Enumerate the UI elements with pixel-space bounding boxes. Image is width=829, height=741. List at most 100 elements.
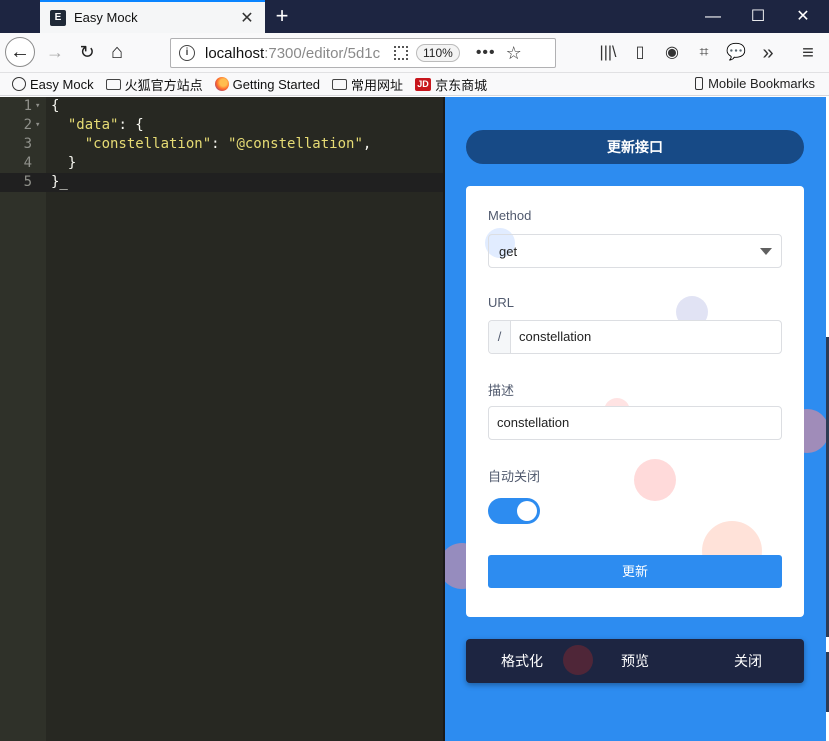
code-text: "constellation": "@constellation", [51,135,372,154]
description-label: 描述 [488,383,515,398]
url-prefix: / [489,321,511,353]
bookmark-star-icon[interactable]: ☆ [506,43,522,64]
firefox-icon [214,77,229,91]
tab-close-icon[interactable]: ✕ [237,8,257,28]
bookmark-common-sites[interactable]: 常用网址 [332,75,403,94]
code-string-token: "data" [67,117,119,133]
url-bar[interactable]: i localhost:7300/editor/5d1c 110% ••• ☆ [170,38,556,68]
zoom-level-badge[interactable]: 110% [416,44,460,62]
update-submit-button[interactable]: 更新 [488,555,782,588]
easy-mock-favicon-icon: E [50,9,66,26]
decorative-bubble [634,459,676,501]
code-editor[interactable]: 1 ▾ { 2 ▾ "data": { 3 "constellation": "… [0,97,443,741]
code-token: : [211,136,229,152]
code-token: , [362,136,372,152]
code-line-active[interactable]: 5 }_ [0,173,443,192]
code-text: { [51,97,59,116]
chat-bubble-icon[interactable]: 💬 [722,39,750,67]
folder-icon [105,78,121,90]
new-tab-button[interactable]: + [270,3,294,29]
auto-close-label: 自动关闭 [488,469,541,484]
line-number: 2 [23,117,32,133]
url-label: URL [488,295,515,310]
url-path: :7300/editor/5d1c [264,44,380,62]
window-maximize-button[interactable]: ☐ [735,0,781,33]
window-close-button[interactable]: ✕ [780,0,826,33]
bookmark-label: 京东商城 [435,77,488,93]
update-api-title: 更新接口 [466,130,804,164]
fold-arrow-icon[interactable]: ▾ [35,97,40,116]
line-number: 3 [23,136,32,152]
bookmark-easy-mock[interactable]: Easy Mock [12,77,94,92]
screenshot-crop-icon[interactable]: ⌗ [690,39,718,67]
mobile-bookmarks[interactable]: Mobile Bookmarks [695,76,815,91]
bookmarks-bar: Easy Mock 火狐官方站点 Getting Started 常用网址 JD… [0,73,829,96]
code-token: } [51,155,77,171]
reload-button[interactable]: ↻ [72,37,102,67]
line-number: 4 [23,155,32,171]
mobile-bookmarks-label: Mobile Bookmarks [708,76,815,91]
bookmark-jd[interactable]: JD 京东商城 [415,75,487,94]
library-icon[interactable]: |||\ [594,39,622,67]
tab-title: Easy Mock [74,10,138,25]
window-minimize-button[interactable]: — [690,0,736,33]
caret-down-icon [760,248,772,255]
folder-icon [332,78,348,90]
url-host: localhost [205,44,265,62]
code-text: } [51,154,76,173]
line-number: 1 [23,98,32,114]
bookmark-label: Easy Mock [30,76,94,92]
code-token: }_ [51,174,68,190]
home-button[interactable]: ⌂ [102,37,132,67]
editor-action-bar: 格式化 预览 关闭 [466,639,804,683]
code-line[interactable]: 1 ▾ { [0,97,443,116]
url-input-value: constellation [519,329,592,344]
overflow-chevron-icon[interactable]: » [754,39,782,67]
toggle-knob [517,501,537,521]
code-string-token: "@constellation" [228,136,363,152]
interface-form-card: Method get URL / constellation 描述 conste… [466,186,804,617]
page-actions-more-icon[interactable]: ••• [476,44,496,62]
code-token: : { [118,117,144,133]
code-text: "data": { [51,116,144,135]
forward-button[interactable]: → [40,37,70,67]
code-text: }_ [51,173,68,192]
account-icon[interactable]: ◉ [658,39,686,67]
code-line[interactable]: 3 "constellation": "@constellation", [0,135,443,154]
bookmark-firefox-official[interactable]: 火狐官方站点 [105,75,203,94]
code-string-token: "constellation" [84,136,212,152]
bookmark-label: 常用网址 [351,77,404,93]
hamburger-menu-icon[interactable]: ≡ [794,39,822,67]
globe-icon [12,77,26,91]
editor-gutter [0,97,46,741]
code-line[interactable]: 2 ▾ "data": { [0,116,443,135]
format-button[interactable]: 格式化 [472,639,572,683]
bookmark-getting-started[interactable]: Getting Started [214,76,321,92]
browser-tab-easy-mock[interactable]: E Easy Mock ✕ [40,0,265,33]
code-token: { [51,98,60,114]
bookmark-label: Getting Started [232,76,321,92]
auto-close-toggle[interactable] [488,498,540,524]
method-selected-value: get [499,244,518,259]
code-line[interactable]: 4 } [0,154,443,173]
qr-code-icon[interactable] [394,46,408,60]
method-select[interactable]: get [488,234,782,268]
browser-tab-strip: E Easy Mock ✕ + — ☐ ✕ [0,0,829,33]
phone-icon [695,77,704,90]
site-info-icon[interactable]: i [179,45,195,61]
url-input[interactable]: / constellation [488,320,782,354]
method-label: Method [488,208,532,223]
back-button[interactable]: ← [5,37,35,67]
fold-arrow-icon[interactable]: ▾ [35,116,40,135]
close-button[interactable]: 关闭 [698,639,798,683]
preview-button[interactable]: 预览 [585,639,685,683]
description-input[interactable]: constellation [488,406,782,440]
sidebar-toggle-icon[interactable]: ▯ [626,39,654,67]
bookmark-label: 火狐官方站点 [124,77,203,93]
url-text[interactable]: localhost:7300/editor/5d1c [205,45,380,62]
browser-navigation-bar: ← → ↻ ⌂ i localhost:7300/editor/5d1c 110… [0,33,829,73]
jd-icon: JD [415,77,432,91]
interface-settings-panel: 更新接口 Method get URL / constellation 描述 c… [445,97,826,741]
